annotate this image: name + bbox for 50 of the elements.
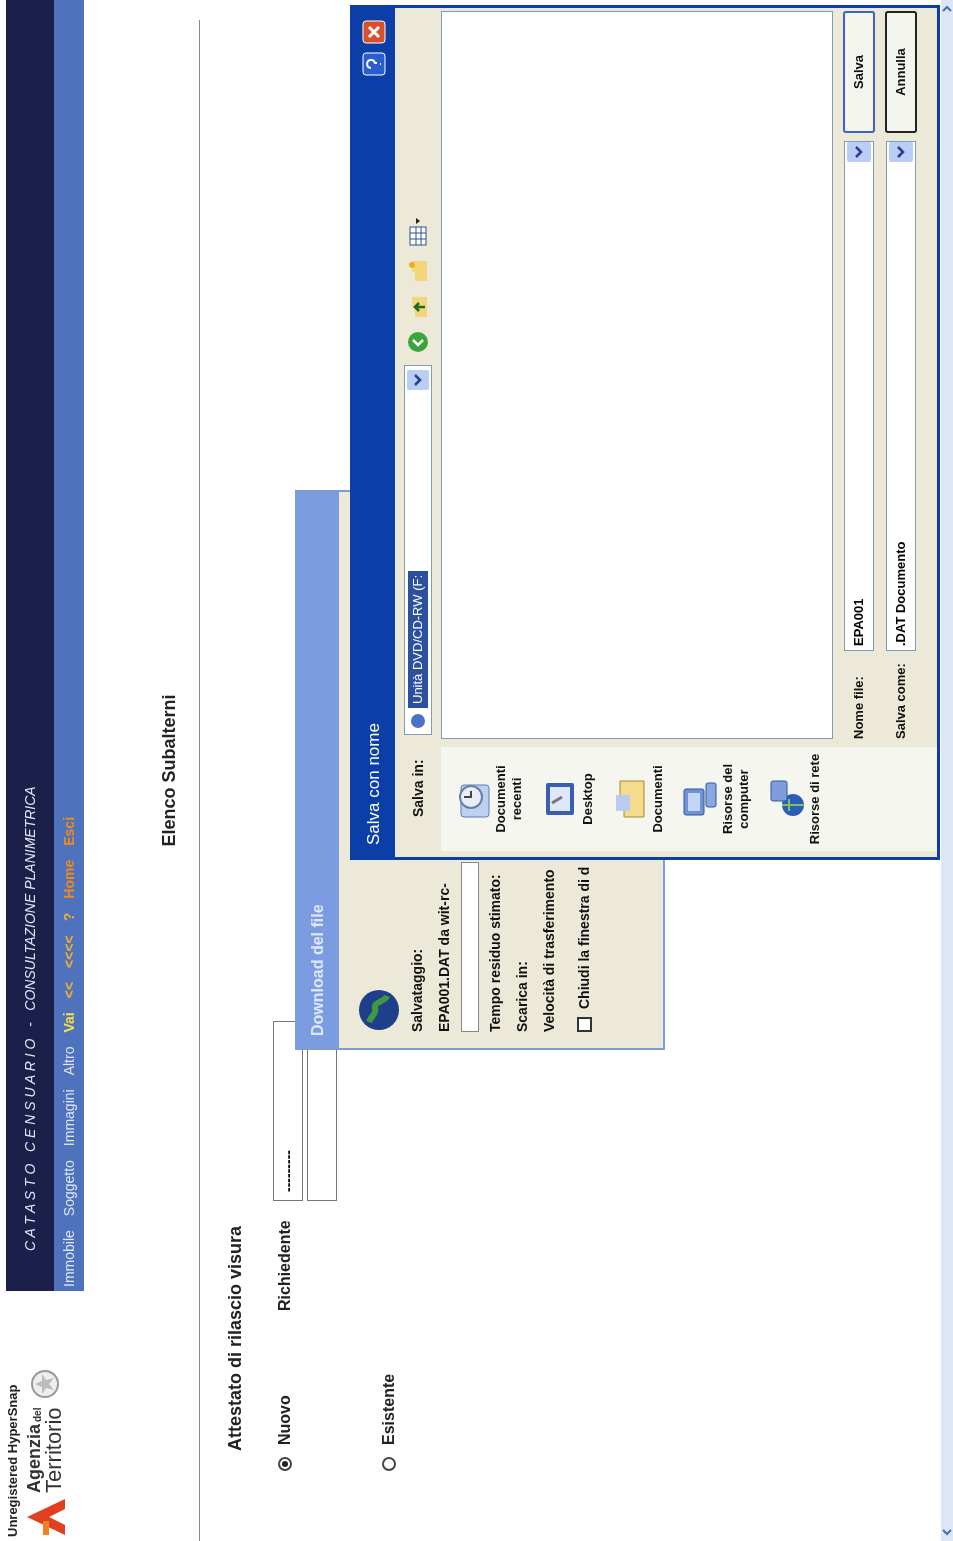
place-item[interactable]: Documenti xyxy=(649,747,666,851)
menu-item[interactable]: Immobile xyxy=(58,1230,80,1287)
info-label: Salvataggio: xyxy=(408,948,426,1032)
back-icon[interactable] xyxy=(407,331,429,353)
logo-text: Agenzia xyxy=(25,1424,43,1493)
checkbox-option[interactable]: Chiudi la finestra di d xyxy=(574,866,595,1032)
horizontal-scrollbar[interactable] xyxy=(941,0,953,1541)
field-label: Salva in: xyxy=(408,758,427,817)
field-label: Richiedente xyxy=(275,1219,294,1311)
info-label: Velocità di trasferimento xyxy=(540,869,558,1032)
view-grid-icon[interactable] xyxy=(407,217,429,247)
place-item[interactable]: Risorse del computer xyxy=(720,747,753,851)
file-name-field[interactable]: EPA001 xyxy=(844,141,874,651)
info-label: Tempo residuo stimato: xyxy=(486,874,504,1032)
close-icon[interactable] xyxy=(362,20,386,44)
scroll-left-icon[interactable] xyxy=(942,1527,952,1537)
scroll-right-icon[interactable] xyxy=(942,4,952,14)
info-label: Scarica in: xyxy=(513,961,531,1032)
capture-notice: Unregistered HyperSnap xyxy=(6,1383,19,1537)
help-icon[interactable] xyxy=(362,52,386,76)
logo-text: Territorio xyxy=(43,1407,65,1493)
save-button[interactable]: Salva xyxy=(843,11,875,133)
section-title: Attestato di rilascio visura xyxy=(225,1225,245,1451)
location-value: Unità DVD/CD-RW (F: xyxy=(408,570,428,708)
page-heading: Elenco Subalterni xyxy=(158,694,180,847)
menu-item[interactable]: Immagini xyxy=(58,1089,80,1147)
radio-option[interactable]: Nuovo xyxy=(273,1311,297,1471)
emblem-icon xyxy=(30,1369,60,1400)
app-title: C A T A S T O C E N S U A R I O - CONSULTAZIONE PLANIMETRICA xyxy=(20,786,39,1251)
input-field[interactable]: --------- xyxy=(273,1021,303,1201)
dialog-title: Download del file xyxy=(308,904,327,1036)
chevron-down-icon xyxy=(407,370,429,390)
chevron-down-icon xyxy=(889,142,913,162)
cancel-button[interactable]: Annulla xyxy=(885,11,917,133)
globe-icon xyxy=(357,988,401,1032)
field-label: Salva come: xyxy=(892,662,910,739)
file-text: EPA001.DAT da wit-rc- xyxy=(435,883,453,1032)
place-item[interactable]: Desktop xyxy=(579,747,596,851)
menu-item[interactable]: Soggetto xyxy=(58,1160,80,1217)
place-item[interactable]: Risorse di rete xyxy=(806,747,823,851)
location-dropdown[interactable]: Unità DVD/CD-RW (F: xyxy=(404,365,432,735)
file-type-dropdown[interactable]: .DAT Documento xyxy=(886,141,916,651)
dialog-title: Salva con nome xyxy=(363,723,385,845)
drive-icon xyxy=(409,712,427,730)
chevron-down-icon xyxy=(847,142,871,162)
menu-item[interactable]: Vai xyxy=(58,1012,80,1033)
menu-item[interactable]: Altro xyxy=(58,1046,80,1076)
logo-text: del xyxy=(33,1407,43,1422)
field-label: Nome file: xyxy=(850,675,868,739)
place-item[interactable]: Documenti recenti xyxy=(493,747,526,851)
